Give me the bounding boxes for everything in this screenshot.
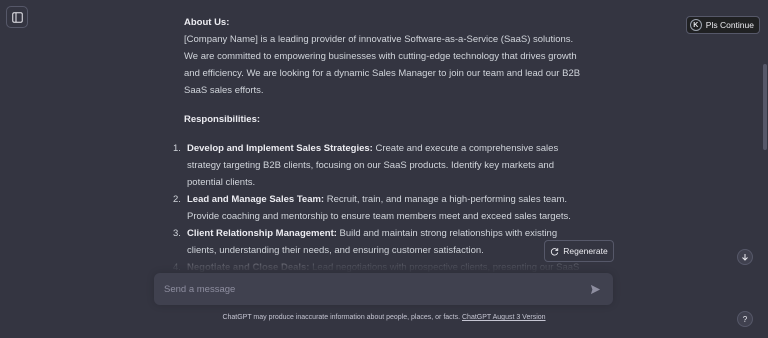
assistant-message: About Us: [Company Name] is a leading pr… [173, 14, 584, 276]
message-input[interactable] [164, 283, 587, 295]
list-item-text: Lead negotiations with prospective clien… [309, 262, 580, 273]
responsibilities-title: Responsibilities: [184, 114, 261, 125]
list-item: 1. Develop and Implement Sales Strategie… [173, 140, 584, 191]
about-text: [Company Name] is a leading provider of … [184, 34, 581, 96]
arrow-down-icon [742, 254, 748, 261]
list-item-heading: Lead and Manage Sales Team: [187, 194, 325, 205]
scrollbar-thumb[interactable] [763, 64, 767, 150]
regenerate-button[interactable]: Regenerate [544, 240, 614, 262]
pls-continue-label: Pls Continue [705, 20, 754, 30]
list-item: 2. Lead and Manage Sales Team: Recruit, … [173, 191, 584, 225]
sidebar-toggle-button[interactable] [6, 6, 28, 28]
list-item-number: 3. [173, 228, 181, 239]
footer-disclaimer: ChatGPT may produce inaccurate informati… [0, 314, 768, 321]
list-item-heading: Client Relationship Management: [187, 228, 337, 239]
scroll-to-bottom-button[interactable] [737, 249, 753, 265]
send-icon [590, 284, 600, 294]
regenerate-label: Regenerate [563, 246, 608, 256]
list-item-number: 1. [173, 143, 181, 154]
about-title: About Us: [184, 17, 230, 28]
message-composer [154, 273, 613, 305]
extension-badge: K [689, 19, 702, 31]
version-link[interactable]: ChatGPT August 3 Version [462, 314, 546, 321]
pls-continue-button[interactable]: K Pls Continue [685, 16, 760, 34]
list-item-number: 2. [173, 194, 181, 205]
help-button[interactable]: ? [737, 311, 753, 327]
list-item-heading: Develop and Implement Sales Strategies: [187, 143, 373, 154]
scrollbar-track[interactable] [762, 0, 768, 338]
send-button[interactable] [587, 281, 603, 297]
chat-page: K Pls Continue About Us: [Company Name] … [0, 0, 768, 338]
list-item: 3. Client Relationship Management: Build… [173, 225, 584, 259]
disclaimer-text: ChatGPT may produce inaccurate informati… [222, 314, 462, 321]
refresh-icon [551, 247, 559, 255]
sidebar-toggle-icon [11, 11, 23, 23]
list-item-heading: Negotiate and Close Deals: [187, 262, 310, 273]
responsibilities-list: 1. Develop and Implement Sales Strategie… [173, 140, 584, 276]
